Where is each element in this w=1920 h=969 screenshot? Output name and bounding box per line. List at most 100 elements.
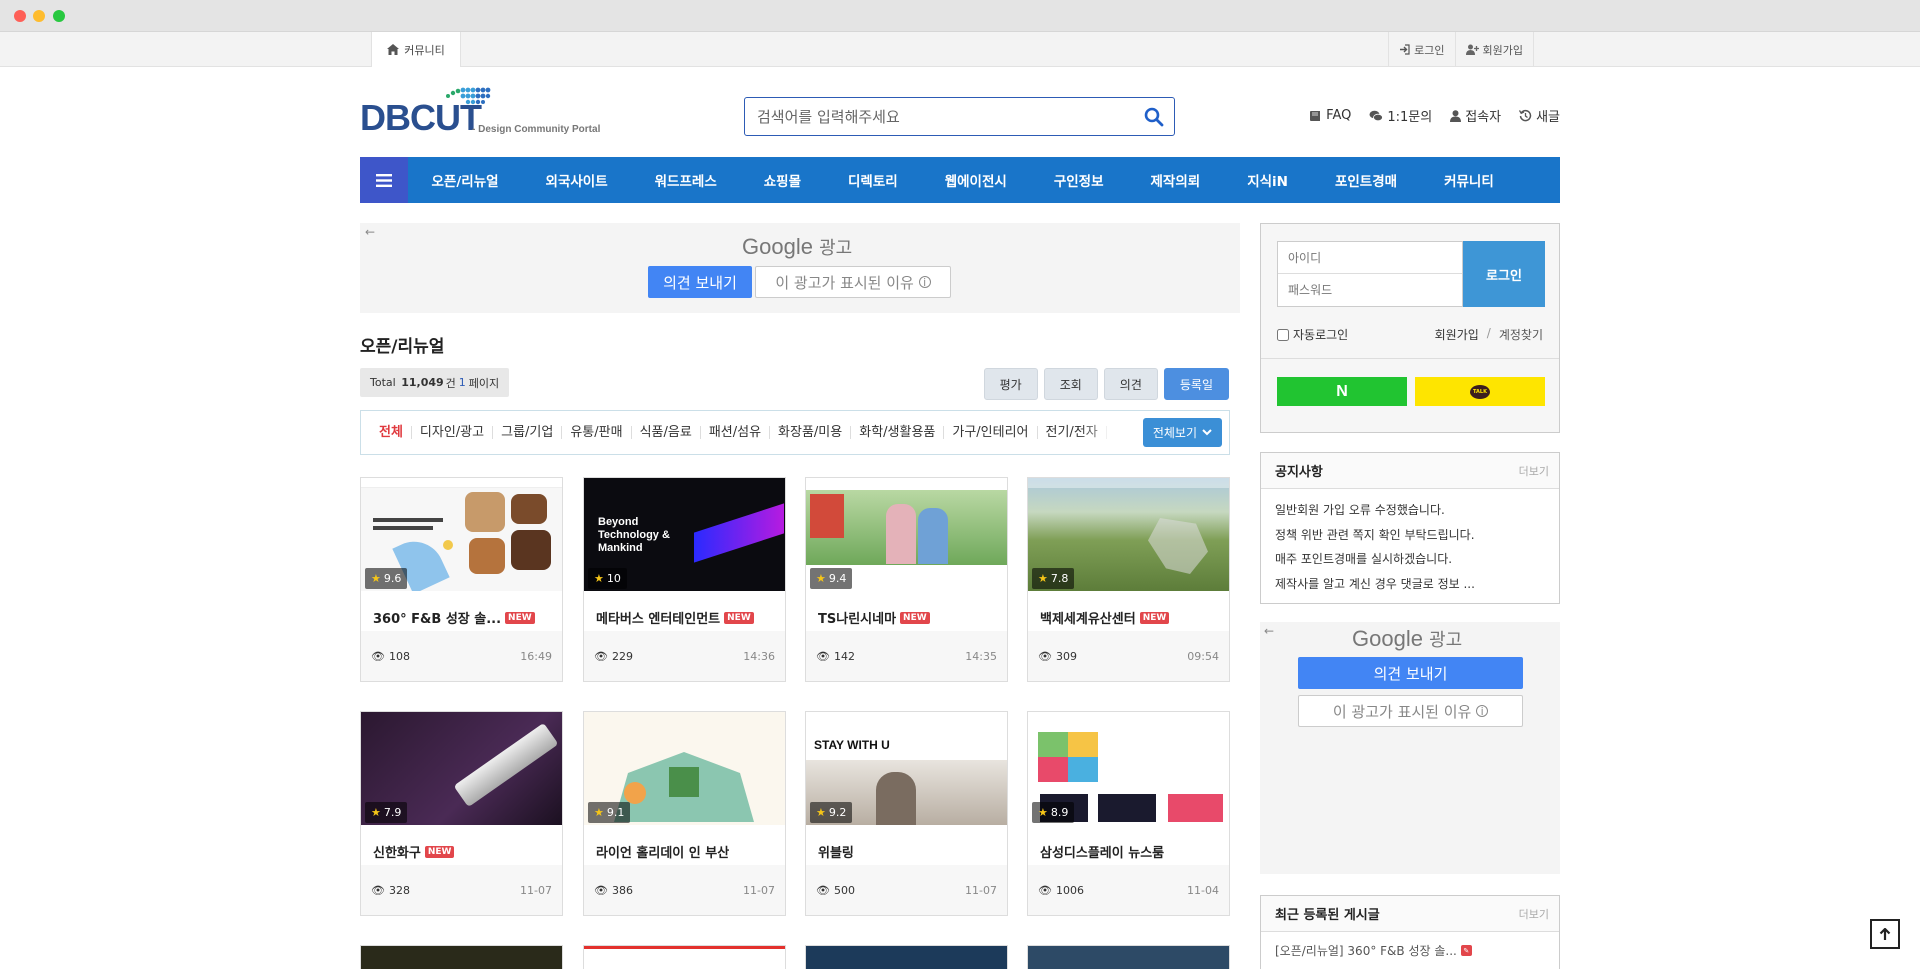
card-title: 위블링	[818, 842, 854, 861]
site-card[interactable]: ★ 7.8 백제세계유산센터 NEW 👁 309 09:54	[1027, 477, 1230, 682]
category-chemical-household[interactable]: 화학/생활용품	[851, 426, 945, 439]
scroll-to-top-button[interactable]	[1870, 919, 1900, 949]
recent-post-item[interactable]: [오픈/리뉴얼] 360° F&B 성장 솔... ✎	[1261, 932, 1559, 969]
view-all-categories-button[interactable]: 전체보기	[1142, 418, 1222, 447]
menu-toggle-button[interactable]	[360, 157, 408, 203]
site-card[interactable]: ★ 9.6 360° F&B 성장 솔... NEW 👁 108 16:49	[360, 477, 563, 682]
recent-more-link[interactable]: 더보기	[1519, 906, 1549, 922]
view-count-value: 500	[833, 883, 855, 897]
book-icon	[1310, 110, 1321, 121]
ad-feedback-button[interactable]: 의견 보내기	[648, 266, 752, 298]
nav-item-jobs[interactable]: 구인정보	[1030, 170, 1127, 190]
top-signup-link[interactable]: 회원가입	[1454, 32, 1534, 67]
site-card[interactable]	[583, 945, 786, 969]
nav-item-web-agency[interactable]: 웹에이전시	[921, 170, 1030, 190]
view-count: 👁 386	[594, 884, 633, 897]
nav-item-shopping-mall[interactable]: 쇼핑몰	[740, 170, 824, 190]
category-fashion-textile[interactable]: 패션/섬유	[701, 426, 771, 439]
search-icon[interactable]	[1144, 107, 1164, 127]
card-title: 메타버스 엔터테인먼트 NEW	[596, 608, 754, 627]
ad-why-button[interactable]: 이 광고가 표시된 이유 i	[755, 266, 951, 298]
login-panel: 로그인 자동로그인 회원가입 / 계정찾기 N TALK	[1260, 223, 1560, 433]
card-time: 11-07	[520, 883, 552, 897]
community-tab[interactable]: 커뮤니티	[371, 32, 461, 67]
find-account-link[interactable]: 계정찾기	[1499, 326, 1543, 343]
nav-item-production-request[interactable]: 제작의뢰	[1127, 170, 1224, 190]
password-input[interactable]	[1278, 274, 1462, 306]
notice-item[interactable]: 매주 포인트경매를 실시하겠습니다.	[1275, 550, 1545, 575]
site-card[interactable]: ★ 9.4 TS나린시네마 NEW 👁 142 14:35	[805, 477, 1008, 682]
site-card[interactable]: STAY WITH U ★ 9.2 위블링 👁 500 11-07	[805, 711, 1008, 916]
main-navigation: 오픈/리뉴얼 외국사이트 워드프레스 쇼핑몰 디렉토리 웹에이전시 구인정보 제…	[360, 157, 1560, 203]
rating-badge: ★ 7.9	[365, 802, 408, 823]
recent-posts-panel: 최근 등록된 게시글 더보기 [오픈/리뉴얼] 360° F&B 성장 솔...…	[1260, 895, 1560, 969]
auto-login-checkbox[interactable]	[1277, 328, 1289, 341]
category-food-beverage[interactable]: 식품/음료	[632, 426, 701, 439]
category-cosmetics-beauty[interactable]: 화장품/미용	[770, 426, 852, 439]
login-button[interactable]: 로그인	[1463, 241, 1545, 307]
nav-item-foreign-sites[interactable]: 외국사이트	[522, 170, 631, 190]
visitors-link[interactable]: 접속자	[1450, 106, 1501, 125]
top-login-link[interactable]: 로그인	[1388, 32, 1454, 67]
category-group-corp[interactable]: 그룹/기업	[493, 426, 563, 439]
nav-item-open-renewal[interactable]: 오픈/리뉴얼	[408, 170, 522, 190]
site-card[interactable]: ★ 7.9 신한화구 NEW 👁 328 11-07	[360, 711, 563, 916]
inquiry-link[interactable]: 1:1문의	[1369, 106, 1432, 125]
view-count: 👁 309	[1038, 650, 1077, 663]
category-retail[interactable]: 유통/판매	[562, 426, 632, 439]
search-input[interactable]	[745, 98, 1125, 135]
sort-views-button[interactable]: 조회	[1043, 368, 1098, 400]
ad-back-arrow-icon[interactable]: ←	[1264, 624, 1274, 638]
site-logo[interactable]: DBCUT - Design Community Portal	[360, 86, 620, 138]
faq-link[interactable]: FAQ	[1309, 106, 1351, 125]
naver-login-button[interactable]: N	[1277, 377, 1407, 406]
nav-item-community[interactable]: 커뮤니티	[1421, 170, 1518, 190]
notice-more-link[interactable]: 더보기	[1519, 463, 1549, 479]
rating-value: 9.2	[828, 806, 847, 819]
window-close-button[interactable]	[14, 10, 26, 22]
notice-item[interactable]: 제작사를 알고 계신 경우 댓글로 정보 ...	[1275, 575, 1545, 600]
inquiry-label: 1:1문의	[1387, 110, 1433, 125]
card-time: 11-07	[743, 883, 775, 897]
site-card[interactable]: Beyond Technology & Mankind ★ 10 메타버스 엔터테…	[583, 477, 786, 682]
total-unit: 건	[445, 376, 456, 390]
nav-item-wordpress[interactable]: 워드프레스	[631, 170, 740, 190]
sort-rating-button[interactable]: 평가	[983, 368, 1038, 400]
site-card[interactable]: ★ 8.9 삼성디스플레이 뉴스룸 👁 1006 11-04	[1027, 711, 1230, 916]
auto-login[interactable]: 자동로그인	[1277, 326, 1348, 343]
ad-why-button[interactable]: 이 광고가 표시된 이유 i	[1298, 695, 1523, 727]
eye-icon: 👁	[594, 649, 608, 663]
ad-google-label: Google 광고	[1352, 626, 1462, 652]
site-card[interactable]	[1027, 945, 1230, 969]
rating-value: 7.8	[1050, 572, 1069, 585]
sort-comments-button[interactable]: 의견	[1103, 368, 1158, 400]
new-badge: NEW	[724, 611, 754, 624]
site-card[interactable]: ★ 9.1 라이언 홀리데이 인 부산 👁 386 11-07	[583, 711, 786, 916]
sort-date-button[interactable]: 등록일	[1163, 368, 1229, 400]
page-title: 오픈/리뉴얼	[360, 337, 445, 357]
new-badge: NEW	[424, 845, 455, 858]
category-furniture-interior[interactable]: 가구/인테리어	[944, 426, 1038, 439]
window-minimize-button[interactable]	[33, 10, 45, 22]
ad-feedback-button[interactable]: 의견 보내기	[1298, 657, 1523, 689]
recent-post-text: [오픈/리뉴얼] 360° F&B 성장 솔...	[1275, 944, 1457, 958]
signup-link[interactable]: 회원가입	[1435, 326, 1479, 343]
new-posts-link[interactable]: 새글	[1519, 106, 1560, 125]
nav-item-point-auction[interactable]: 포인트경매	[1311, 170, 1420, 190]
card-footer: 👁 142 14:35	[806, 631, 1007, 681]
id-input[interactable]	[1278, 242, 1462, 274]
nav-item-knowledge-in[interactable]: 지식iN	[1224, 170, 1312, 190]
nav-item-directory[interactable]: 디렉토리	[825, 170, 922, 190]
category-all[interactable]: 전체	[379, 426, 412, 439]
site-card[interactable]	[805, 945, 1008, 969]
site-card[interactable]	[360, 945, 563, 969]
notice-item[interactable]: 일반회원 가입 오류 수정했습니다.	[1275, 501, 1545, 526]
card-title-text: 360° F&B 성장 솔...	[373, 612, 502, 627]
notice-item[interactable]: 정책 위반 관련 쪽지 확인 부탁드립니다.	[1275, 526, 1545, 551]
card-time: 16:49	[520, 649, 552, 663]
kakao-login-button[interactable]: TALK	[1415, 377, 1545, 406]
category-design-ad[interactable]: 디자인/광고	[412, 426, 494, 439]
window-maximize-button[interactable]	[53, 10, 65, 22]
ad-back-arrow-icon[interactable]: ←	[365, 225, 375, 239]
card-thumbnail	[584, 946, 785, 969]
